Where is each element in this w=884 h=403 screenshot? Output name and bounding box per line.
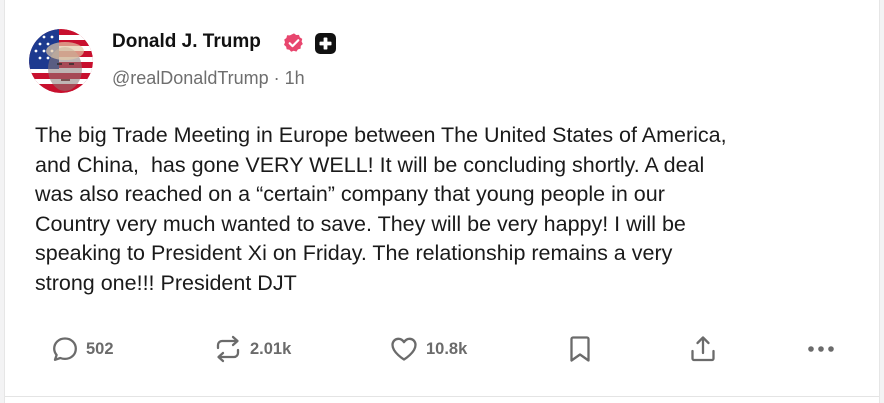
post-timestamp[interactable]: 1h (285, 68, 305, 88)
reply-bubble-icon (53, 337, 77, 361)
like-count: 10.8k (426, 339, 468, 358)
avatar-flag-portrait-icon (29, 29, 93, 93)
author-handle[interactable]: @realDonaldTrump (112, 68, 269, 88)
meta-separator: · (268, 68, 285, 88)
reply-count: 502 (86, 339, 114, 358)
author-name[interactable]: Donald J. Trump (112, 31, 261, 53)
retruth-button[interactable]: 2.01k (213, 332, 291, 366)
retruth-count: 2.01k (250, 339, 292, 358)
author-meta: @realDonaldTrump · 1h (112, 68, 305, 89)
like-button[interactable]: 10.8k (389, 332, 467, 366)
verified-badge-icon (284, 33, 303, 52)
post-divider (5, 396, 879, 397)
reply-button[interactable]: 502 (51, 332, 114, 366)
post-card: Donald J. Trump @realDonaldTrump · 1h Th… (4, 0, 880, 403)
share-upload-icon (691, 336, 715, 362)
share-button[interactable] (688, 332, 718, 366)
bookmark-button[interactable] (567, 332, 593, 366)
more-dots-icon (808, 346, 834, 352)
repost-icon (216, 335, 240, 363)
avatar[interactable] (29, 29, 93, 93)
heart-icon (391, 337, 417, 361)
more-options-button[interactable] (806, 332, 836, 366)
bookmark-icon (570, 336, 590, 362)
post-text: The big Trade Meeting in Europe between … (35, 123, 727, 295)
plus-square-icon (315, 33, 336, 54)
